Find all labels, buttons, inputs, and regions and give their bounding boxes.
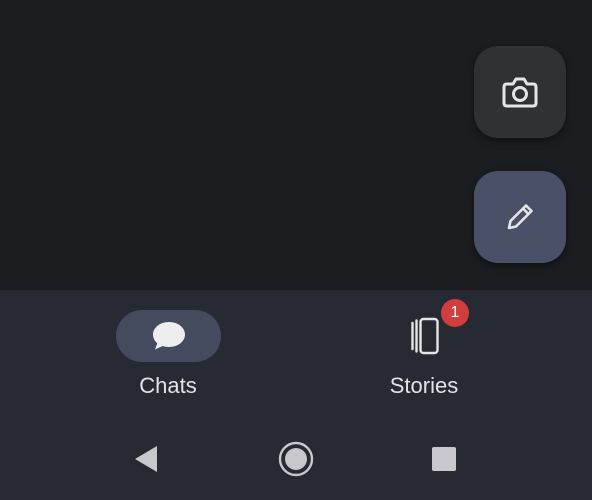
recents-icon (431, 446, 457, 472)
recents-button[interactable] (422, 437, 466, 481)
back-button[interactable] (124, 437, 168, 481)
home-icon (277, 440, 315, 478)
chat-bubble-icon (150, 319, 188, 353)
pencil-icon (502, 199, 538, 235)
back-icon (132, 444, 160, 474)
tab-stories[interactable]: 1 Stories (324, 290, 524, 415)
home-button[interactable] (274, 437, 318, 481)
camera-button[interactable] (474, 46, 566, 138)
active-indicator (116, 310, 221, 362)
system-navigation-bar (0, 415, 592, 500)
tab-chats[interactable]: Chats (68, 290, 268, 415)
compose-button[interactable] (474, 171, 566, 263)
tab-chats-label: Chats (139, 373, 197, 398)
stories-icon (407, 316, 443, 356)
stories-badge: 1 (441, 299, 469, 327)
tab-stories-label: Stories (389, 373, 459, 398)
camera-icon (501, 75, 539, 109)
bottom-navigation: Chats 1 Stories (0, 290, 592, 415)
